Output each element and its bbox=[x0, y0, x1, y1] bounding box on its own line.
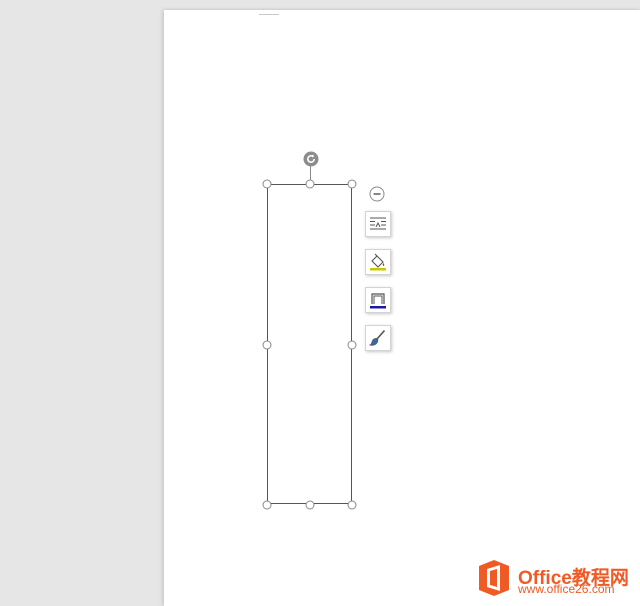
collapse-toolbar-button[interactable] bbox=[369, 186, 385, 202]
brush-icon bbox=[369, 329, 386, 346]
shape-outline-icon bbox=[370, 293, 386, 309]
resize-handle-bottom-right[interactable] bbox=[347, 500, 357, 510]
resize-handle-left[interactable] bbox=[262, 340, 272, 350]
resize-handle-bottom[interactable] bbox=[305, 500, 315, 510]
office-logo-icon bbox=[479, 560, 509, 596]
text-wrap-icon bbox=[370, 217, 386, 230]
document-page[interactable] bbox=[164, 10, 640, 606]
resize-handle-top-left[interactable] bbox=[262, 179, 272, 189]
shape-fill-button[interactable] bbox=[365, 249, 391, 275]
page-margin-mark bbox=[259, 14, 279, 15]
shape-outline-button[interactable] bbox=[365, 287, 391, 313]
resize-handle-bottom-left[interactable] bbox=[262, 500, 272, 510]
layout-options-button[interactable] bbox=[365, 211, 391, 237]
rotate-icon bbox=[303, 151, 319, 167]
resize-handle-right[interactable] bbox=[347, 340, 357, 350]
rotate-handle[interactable] bbox=[303, 151, 319, 167]
watermark-url: www.office26.com bbox=[518, 582, 615, 596]
resize-handle-top-right[interactable] bbox=[347, 179, 357, 189]
selected-rectangle-shape[interactable] bbox=[267, 184, 352, 504]
shape-effects-button[interactable] bbox=[365, 325, 391, 351]
minus-circle-icon bbox=[369, 186, 385, 202]
resize-handle-top[interactable] bbox=[305, 179, 315, 189]
office26-watermark: Office教程网 www.office26.com bbox=[476, 556, 636, 600]
paint-bucket-icon bbox=[370, 253, 386, 271]
